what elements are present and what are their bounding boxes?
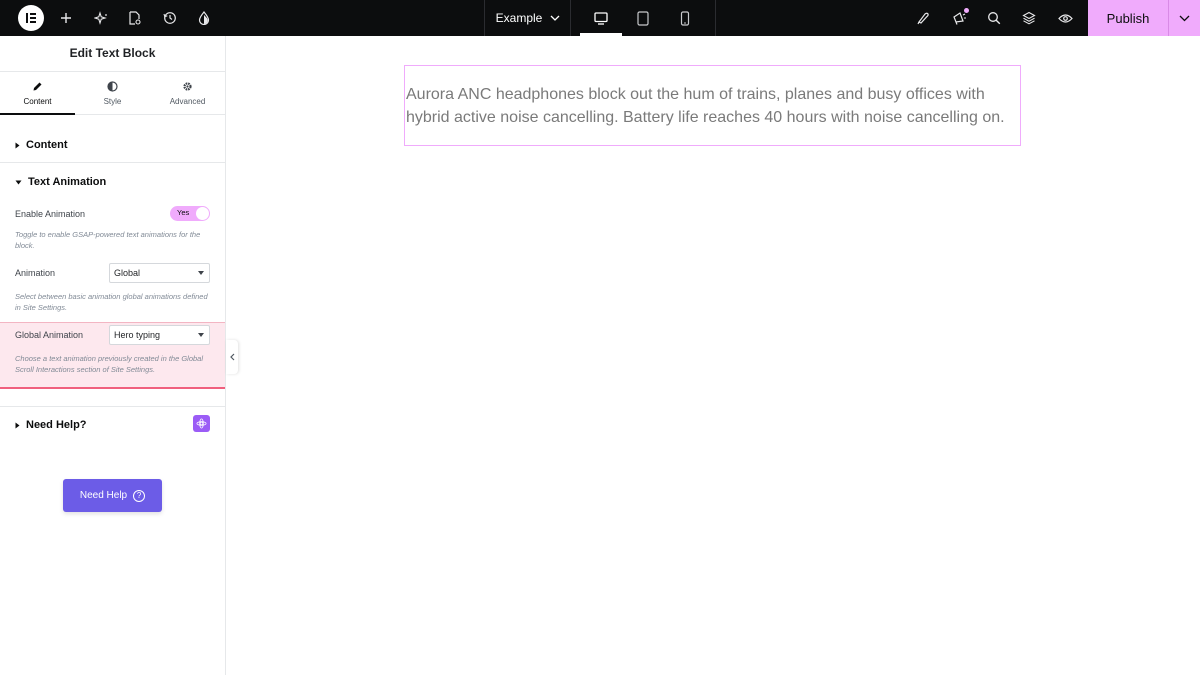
publish-options-chevron-icon[interactable]	[1169, 0, 1200, 36]
desktop-icon[interactable]	[590, 0, 612, 36]
chevron-down-icon	[550, 15, 560, 21]
toggle-knob	[196, 207, 209, 220]
panel-tabs: Content Style Advanced	[0, 71, 225, 115]
section-text-animation-toggle[interactable]: Text Animation	[15, 176, 106, 188]
enable-animation-label: Enable Animation	[15, 209, 86, 219]
add-element-icon[interactable]	[56, 0, 76, 36]
editor-panel: Edit Text Block Content Style Advanced C…	[0, 36, 226, 675]
ai-sparkle-icon[interactable]	[91, 0, 111, 36]
help-plugin-icon[interactable]	[193, 415, 210, 432]
text-block-widget[interactable]: Aurora ANC headphones block out the hum …	[404, 65, 1021, 146]
mobile-icon[interactable]	[674, 0, 696, 36]
need-help-button[interactable]: Need Help ?	[63, 479, 162, 512]
animation-description: Select between basic animation global an…	[15, 292, 208, 312]
global-animation-label: Global Animation	[15, 330, 84, 340]
select-caret-icon	[198, 333, 204, 337]
tab-advanced[interactable]: Advanced	[150, 72, 225, 114]
section-content-toggle[interactable]: Content	[15, 139, 68, 151]
tab-style[interactable]: Style	[75, 72, 150, 114]
panel-title: Edit Text Block	[69, 46, 156, 60]
elementor-logo-icon[interactable]	[18, 5, 44, 31]
tab-label: Content	[23, 96, 52, 106]
global-animation-select[interactable]: Hero typing	[109, 325, 210, 345]
site-settings-icon[interactable]	[194, 0, 214, 36]
animation-select[interactable]: Global	[109, 263, 210, 283]
select-caret-icon	[198, 271, 204, 275]
need-help-label: Need Help	[79, 490, 128, 501]
global-animation-description: Choose a text animation previously creat…	[15, 354, 204, 374]
enable-animation-description: Toggle to enable GSAP-powered text anima…	[15, 230, 201, 250]
pencil-icon	[33, 82, 42, 90]
animation-select-value: Global	[114, 268, 141, 278]
chevron-left-icon	[229, 353, 234, 361]
notification-dot	[964, 8, 969, 13]
enable-animation-toggle[interactable]: Yes	[170, 206, 210, 221]
toolbar-separator	[715, 0, 716, 36]
caret-right-icon	[15, 142, 20, 148]
section-need-help-toggle[interactable]: Need Help?	[15, 419, 87, 431]
search-icon[interactable]	[983, 0, 1005, 36]
structure-layers-icon[interactable]	[1018, 0, 1040, 36]
section-divider	[0, 162, 225, 163]
tab-label: Style	[103, 96, 122, 106]
toolbar-separator	[570, 0, 571, 36]
animation-label: Animation	[15, 268, 56, 278]
text-block-content: Aurora ANC headphones block out the hum …	[406, 86, 1005, 126]
section-content-label: Content	[26, 139, 68, 151]
panel-collapse-handle[interactable]	[226, 340, 238, 374]
global-animation-select-value: Hero typing	[114, 330, 161, 340]
section-need-help-label: Need Help?	[26, 419, 87, 431]
gear-icon	[183, 81, 192, 91]
active-device-indicator	[580, 33, 622, 36]
half-circle-icon	[107, 80, 118, 92]
caret-down-icon	[15, 180, 22, 184]
tab-label: Advanced	[169, 96, 206, 106]
publish-button[interactable]: Publish	[1088, 0, 1168, 36]
tab-content[interactable]: Content	[0, 72, 75, 115]
question-circle-icon: ?	[133, 489, 146, 502]
page-selector[interactable]: Example	[486, 0, 570, 36]
history-icon[interactable]	[160, 0, 180, 36]
section-divider	[0, 406, 225, 407]
page-settings-icon[interactable]	[124, 0, 144, 36]
brush-icon[interactable]	[912, 0, 934, 36]
top-bar: Example Publish	[0, 0, 1200, 36]
preview-eye-icon[interactable]	[1054, 0, 1076, 36]
page-name: Example	[495, 11, 543, 25]
section-text-animation-label: Text Animation	[28, 176, 107, 188]
toggle-yes-text: Yes	[177, 208, 190, 217]
toolbar-separator	[484, 0, 485, 36]
tablet-icon[interactable]	[632, 0, 654, 36]
megaphone-icon[interactable]	[948, 0, 970, 36]
caret-right-icon	[15, 422, 20, 428]
